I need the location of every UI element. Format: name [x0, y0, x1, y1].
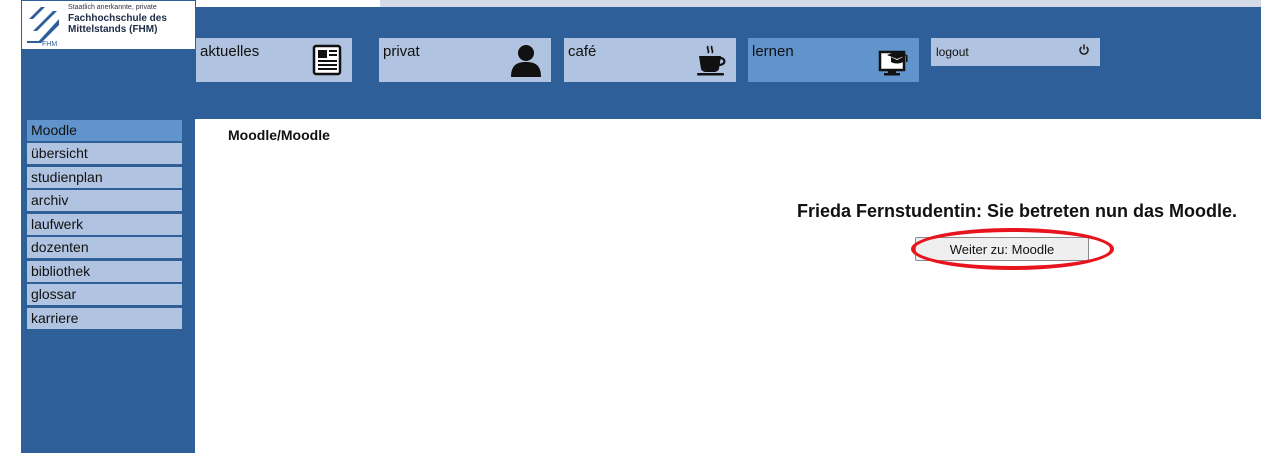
logo-subtitle: Staatlich anerkannte, private: [68, 4, 157, 11]
nav-tile-label: café: [568, 43, 597, 60]
logout-label: logout: [936, 45, 969, 59]
newspaper-icon: [312, 44, 342, 76]
nav-tile-label: lernen: [752, 43, 794, 60]
logo-abbr: FHM: [42, 41, 58, 48]
fhm-logo-icon: [27, 7, 59, 43]
top-strip: [380, 0, 1261, 7]
sidebar-item-dozenten[interactable]: dozenten: [27, 237, 182, 258]
nav-tile-label: privat: [383, 43, 420, 60]
nav-tile-label: aktuelles: [200, 43, 260, 60]
sidebar-item-studienplan[interactable]: studienplan: [27, 167, 182, 188]
monitor-graduation-icon: [878, 50, 908, 76]
nav-tile-aktuelles[interactable]: aktuelles: [196, 38, 352, 82]
page: Staatlich anerkannte, private Fachhochsc…: [0, 0, 1261, 453]
sidebar-item-karriere[interactable]: karriere: [27, 308, 182, 329]
logo-line-2: Mittelstands (FHM): [68, 24, 158, 35]
sidebar-item-moodle[interactable]: Moodle: [27, 120, 182, 141]
person-icon: [511, 45, 541, 77]
sidebar-item-laufwerk[interactable]: laufwerk: [27, 214, 182, 235]
sidebar-item-uebersicht[interactable]: übersicht: [27, 143, 182, 164]
fhm-logo[interactable]: Staatlich anerkannte, private Fachhochsc…: [21, 0, 196, 50]
power-icon: [1079, 44, 1089, 55]
sidebar-item-archiv[interactable]: archiv: [27, 190, 182, 211]
breadcrumb: Moodle/Moodle: [228, 127, 330, 143]
welcome-message: Frieda Fernstudentin: Sie betreten nun d…: [796, 201, 1237, 221]
sidebar-item-bibliothek[interactable]: bibliothek: [27, 261, 182, 282]
continue-to-moodle-button[interactable]: Weiter zu: Moodle: [915, 237, 1089, 261]
coffee-cup-icon: [697, 45, 726, 76]
nav-tile-cafe[interactable]: café: [564, 38, 736, 82]
sidebar: Moodle übersicht studienplan archiv lauf…: [21, 119, 195, 453]
sidebar-item-glossar[interactable]: glossar: [27, 284, 182, 305]
nav-tile-privat[interactable]: privat: [379, 38, 551, 82]
logout-button[interactable]: logout: [931, 38, 1100, 66]
logo-line-1: Fachhochschule des: [68, 13, 167, 24]
nav-tile-lernen[interactable]: lernen: [748, 38, 919, 82]
